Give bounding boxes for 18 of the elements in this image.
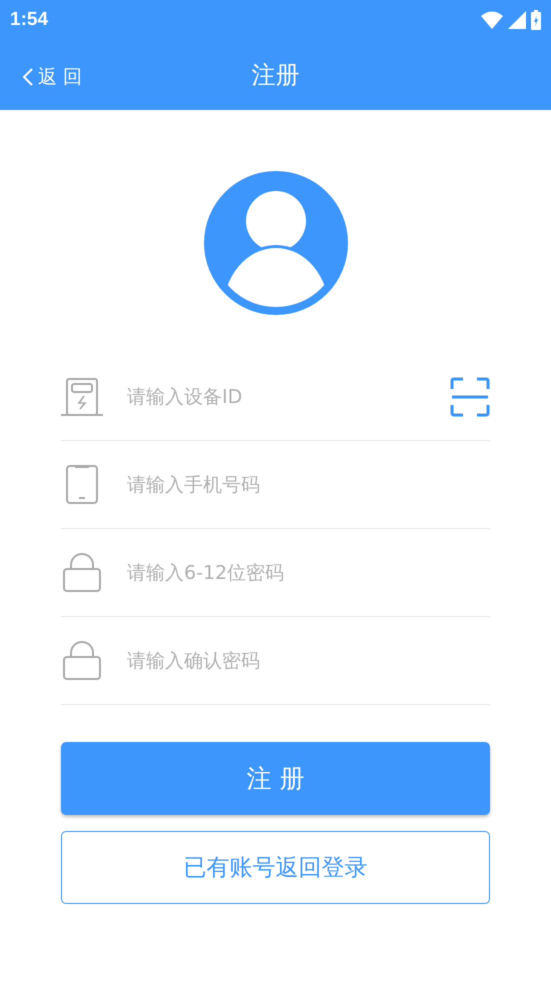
input-field[interactable]: 请输入6-12位密码 — [125, 560, 490, 584]
charger-icon — [61, 376, 103, 416]
signal-icon — [508, 11, 526, 29]
input-field[interactable]: 请输入手机号码 — [125, 472, 490, 496]
page-title: 注册 — [252, 60, 300, 91]
wifi-icon — [481, 11, 503, 29]
scan-icon[interactable] — [450, 376, 490, 416]
chevron-left-icon — [22, 67, 34, 87]
status-time: 1:54 — [10, 9, 48, 31]
back-button[interactable]: 返 回 — [22, 64, 82, 90]
avatar-icon — [204, 171, 348, 315]
lock-icon — [61, 552, 103, 592]
lock-icon — [61, 640, 103, 680]
battery-icon — [531, 10, 541, 30]
input-field[interactable]: 请输入设备ID — [125, 384, 428, 408]
login-button[interactable]: 已有账号返回登录 — [61, 831, 490, 904]
input-field[interactable]: 请输入确认密码 — [125, 648, 490, 672]
register-button[interactable]: 注 册 — [61, 742, 490, 815]
